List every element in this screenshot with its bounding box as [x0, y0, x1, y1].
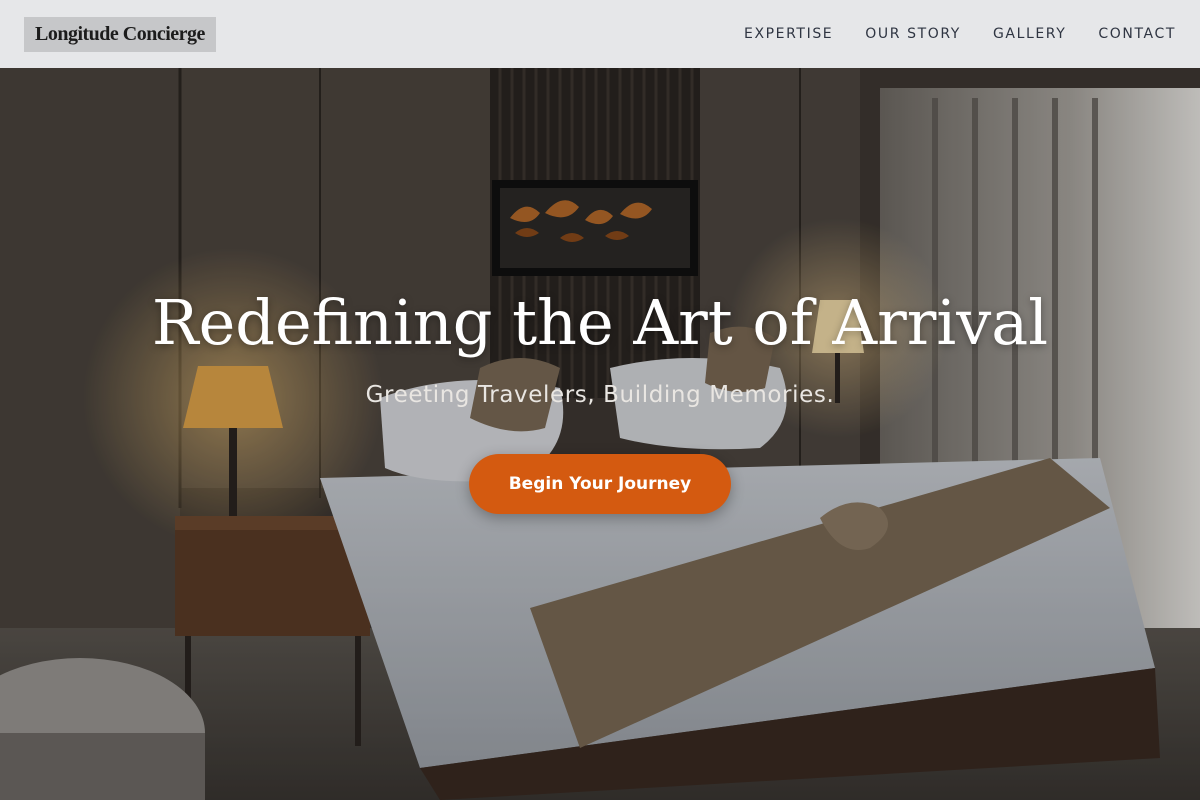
site-logo[interactable]: Longitude Concierge [24, 16, 216, 52]
nav-link-our-story[interactable]: OUR STORY [865, 26, 961, 42]
hero-title: Redefining the Art of Arrival [151, 286, 1049, 359]
nav-link-gallery[interactable]: GALLERY [993, 26, 1066, 42]
nav-link-contact[interactable]: CONTACT [1098, 26, 1176, 42]
hero-section: Redefining the Art of Arrival Greeting T… [0, 68, 1200, 800]
hero-subtitle: Greeting Travelers, Building Memories. [365, 382, 835, 408]
nav-link-expertise[interactable]: EXPERTISE [744, 26, 833, 42]
main-nav: EXPERTISE OUR STORY GALLERY CONTACT [744, 26, 1176, 42]
hero-content: Redefining the Art of Arrival Greeting T… [0, 68, 1200, 800]
begin-journey-button[interactable]: Begin Your Journey [469, 454, 731, 514]
site-header: Longitude Concierge EXPERTISE OUR STORY … [0, 0, 1200, 68]
